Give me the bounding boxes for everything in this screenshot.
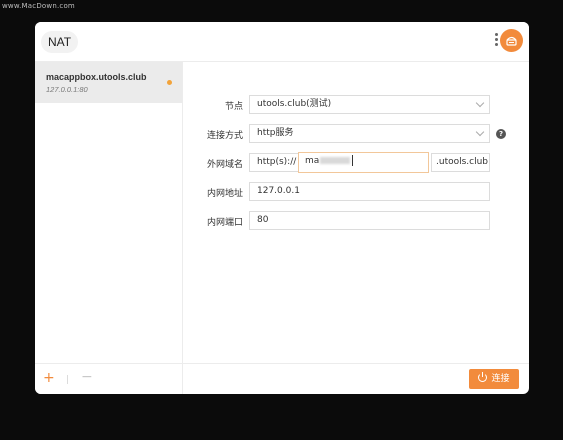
tunnel-name: macappbox.utools.club (46, 72, 147, 82)
chevron-down-icon (475, 98, 485, 108)
app-window: NAT macappbox.utools.club 127.0.0.1:80 +… (35, 22, 529, 394)
node-label: 节点 (224, 102, 243, 112)
tunnel-address: 127.0.0.1:80 (46, 85, 88, 94)
local-port-input[interactable]: 80 (249, 211, 490, 230)
domain-suffix: .utools.club (431, 153, 490, 172)
method-select-value: http服务 (257, 128, 294, 138)
tunnel-config-form: 节点 utools.club(测试) 连接方式 http服务 ? 外网域名 ht… (183, 62, 529, 394)
method-select[interactable]: http服务 (249, 124, 490, 143)
content-footer: 连接 (183, 363, 529, 394)
add-tunnel-button[interactable]: + (43, 370, 55, 386)
port-label: 内网端口 (206, 218, 243, 228)
tunnel-list-item[interactable]: macappbox.utools.club 127.0.0.1:80 (35, 62, 182, 103)
node-select-value: utools.club(测试) (257, 99, 332, 109)
divider (67, 375, 68, 384)
chevron-down-icon (475, 127, 485, 137)
help-icon[interactable]: ? (496, 129, 506, 139)
local-address-input[interactable]: 127.0.0.1 (249, 182, 490, 201)
app-title: NAT (41, 31, 79, 53)
blurred-text (320, 157, 351, 164)
method-label: 连接方式 (206, 131, 243, 141)
header: NAT (35, 22, 529, 62)
watermark: www.MacDown.com (2, 2, 75, 10)
sidebar-footer: + − (35, 363, 182, 394)
user-avatar-icon[interactable] (500, 29, 523, 52)
status-dot (167, 80, 172, 85)
domain-input[interactable]: ma (298, 152, 429, 173)
addr-label: 内网地址 (206, 189, 243, 199)
power-icon (478, 372, 488, 382)
text-caret (352, 155, 354, 166)
domain-prefix: http(s):// (249, 153, 299, 172)
connect-button[interactable]: 连接 (469, 369, 519, 389)
domain-label: 外网域名 (206, 160, 243, 170)
remove-tunnel-button[interactable]: − (81, 369, 93, 385)
kebab-menu-icon[interactable] (493, 32, 499, 50)
domain-input-value: ma (305, 156, 320, 166)
sidebar: macappbox.utools.club 127.0.0.1:80 + − (35, 62, 183, 394)
node-select[interactable]: utools.club(测试) (249, 95, 490, 114)
connect-label: 连接 (491, 374, 510, 384)
